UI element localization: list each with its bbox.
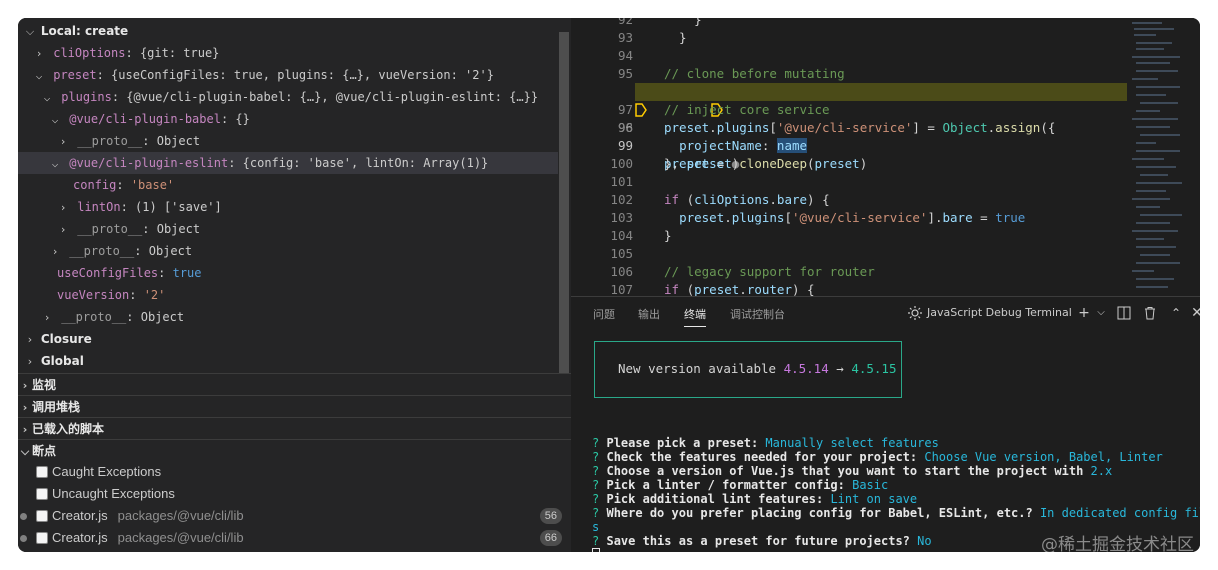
terminal-line: ? Where do you prefer placing config for… [592, 506, 1200, 520]
loaded-scripts-section[interactable]: › 已载入的脚本 [18, 417, 571, 439]
variable-row[interactable]: config: 'base' [18, 174, 558, 196]
variable-row[interactable]: ⌵ @vue/cli-plugin-babel: {} [18, 108, 558, 130]
update-notice-box: New version available 4.5.14 → 4.5.15 [594, 341, 902, 398]
chevron-right-icon: › [51, 245, 59, 258]
variable-row[interactable]: › __proto__: Object [18, 130, 558, 152]
line-badge: 56 [539, 508, 562, 524]
terminal-title[interactable]: JavaScript Debug Terminal [927, 306, 1072, 319]
variable-row[interactable]: ⌵ @vue/cli-plugin-eslint: {config: 'base… [18, 152, 558, 174]
breakpoint-dot-icon [20, 535, 27, 542]
variable-row[interactable]: › cliOptions: {git: true} [18, 42, 558, 64]
breakpoint-arrow-icon [575, 85, 648, 117]
chevron-right-icon: › [43, 311, 51, 324]
variable-row[interactable]: › lintOn: (1) ['save'] [18, 196, 558, 218]
chevron-right-icon: › [27, 333, 33, 346]
checkbox[interactable] [36, 532, 48, 544]
variable-row[interactable]: vueVersion: '2' [18, 284, 558, 306]
checkbox[interactable] [36, 510, 48, 522]
tab-debug-console[interactable]: 调试控制台 [730, 306, 785, 322]
code-line: 102 if (cliOptions.bare) { [610, 192, 830, 207]
chevron-right-icon: › [22, 423, 28, 436]
panel-tabs: 问题 输出 终端 调试控制台 JavaScript Debug Terminal… [571, 297, 1200, 331]
code-line: 106// legacy support for router [610, 264, 875, 279]
variable-row[interactable]: ⌵ preset: {useConfigFiles: true, plugins… [18, 64, 558, 86]
vscode-window: ⌵ Local: create › cliOptions: {git: true… [18, 18, 1200, 552]
code-line: 97// inject core service [617, 102, 830, 117]
maximize-panel-icon[interactable]: ⌃ [1167, 303, 1185, 323]
chevron-down-icon: ⌵ [51, 157, 59, 170]
terminal-line: ? Check the features needed for your pro… [592, 450, 1163, 464]
chevron-right-icon: › [22, 379, 28, 392]
terminal-panel[interactable]: 问题 输出 终端 调试控制台 JavaScript Debug Terminal… [571, 296, 1200, 552]
global-scope[interactable]: › Global [18, 350, 558, 372]
closure-scope[interactable]: › Closure [18, 328, 558, 350]
code-line: 100}, preset) [610, 156, 740, 171]
tab-problems[interactable]: 问题 [593, 306, 615, 322]
chevron-down-icon: ⌵ [43, 91, 51, 104]
code-line: 92 } [617, 18, 702, 27]
terminal-line: ? Choose a version of Vue.js that you wa… [592, 464, 1113, 478]
code-line: 104} [610, 228, 672, 243]
terminal-line: ? Please pick a preset: Manually select … [592, 436, 939, 450]
terminal-line: ? Save this as a preset for future proje… [592, 534, 932, 548]
watch-section[interactable]: › 监视 [18, 373, 571, 395]
code-editor[interactable]: 92 } 93 } 94 95// clone before mutating … [571, 18, 1200, 296]
breakpoints-section[interactable]: ⌵ 断点 [18, 439, 571, 461]
debug-gear-icon[interactable] [907, 305, 923, 325]
tab-terminal[interactable]: 终端 [684, 306, 706, 327]
local-scope-header[interactable]: ⌵ Local: create [18, 20, 558, 42]
chevron-down-icon: ⌵ [51, 113, 59, 126]
checkbox[interactable] [36, 466, 48, 478]
plus-icon[interactable]: + [1075, 303, 1093, 323]
code-line: 93 } [617, 30, 687, 45]
variable-row[interactable]: › __proto__: Object [18, 306, 558, 328]
breakpoint-item[interactable]: Creator.js packages/@vue/cli/lib 66 [18, 527, 571, 549]
code-line: 101 [610, 174, 633, 189]
chevron-down-icon: ⌵ [20, 445, 30, 458]
chevron-down-icon: ⌵ [35, 69, 43, 82]
breakpoint-item[interactable]: Creator.js packages/@vue/cli/lib 56 [18, 505, 571, 527]
variable-row[interactable]: ⌵ plugins: {@vue/cli-plugin-babel: {…}, … [18, 86, 558, 108]
code-line: 107 if (preset.router) { [610, 282, 815, 296]
terminal-cursor [592, 548, 600, 552]
variable-row[interactable]: useConfigFiles: true [18, 262, 558, 284]
code-line: 103 preset.plugins['@vue/cli-service'].b… [610, 210, 1026, 225]
chevron-down-icon: ⌵ [25, 25, 35, 38]
chevron-right-icon: › [35, 47, 43, 60]
code-line: 94 [617, 48, 633, 63]
code-line: 95// clone before mutating [617, 66, 845, 81]
split-terminal-icon[interactable] [1115, 303, 1133, 323]
variable-row[interactable]: › __proto__: Object [18, 240, 558, 262]
breakpoint-caught-exceptions[interactable]: Caught Exceptions [18, 461, 571, 483]
chevron-right-icon: › [27, 355, 33, 368]
code-line: 105 [610, 246, 633, 261]
tab-output[interactable]: 输出 [638, 306, 660, 322]
breakpoint-uncaught-exceptions[interactable]: Uncaught Exceptions [18, 483, 571, 505]
watermark: @稀土掘金技术社区 [1041, 535, 1194, 552]
terminal-line: ? Pick a linter / formatter config: Basi… [592, 478, 889, 492]
debug-sidebar: ⌵ Local: create › cliOptions: {git: true… [18, 18, 571, 552]
call-stack-section[interactable]: › 调用堆栈 [18, 395, 571, 417]
minimap[interactable] [1128, 18, 1188, 296]
variables-scrollbar[interactable] [559, 32, 569, 374]
chevron-down-icon[interactable]: ⌵ [1092, 303, 1110, 323]
checkbox[interactable] [36, 488, 48, 500]
trash-icon[interactable] [1141, 303, 1159, 323]
close-icon[interactable]: ✕ [1188, 303, 1200, 323]
chevron-right-icon: › [59, 223, 67, 236]
variable-row[interactable]: › __proto__: Object [18, 218, 558, 240]
code-line: 99 projectName: name [617, 138, 808, 153]
chevron-right-icon: › [59, 135, 67, 148]
line-badge: 66 [539, 530, 562, 546]
chevron-right-icon: › [22, 401, 28, 414]
terminal-line: ? Pick additional lint features: Lint on… [592, 492, 918, 506]
code-line: 98 preset.plugins['@vue/cli-service'] = O… [617, 120, 1056, 135]
terminal-line: s [592, 520, 600, 534]
breakpoint-dot-icon [20, 513, 27, 520]
code-line-current: 96 preset = ●cloneDeep(preset) [571, 83, 1200, 171]
chevron-right-icon: › [59, 201, 67, 214]
